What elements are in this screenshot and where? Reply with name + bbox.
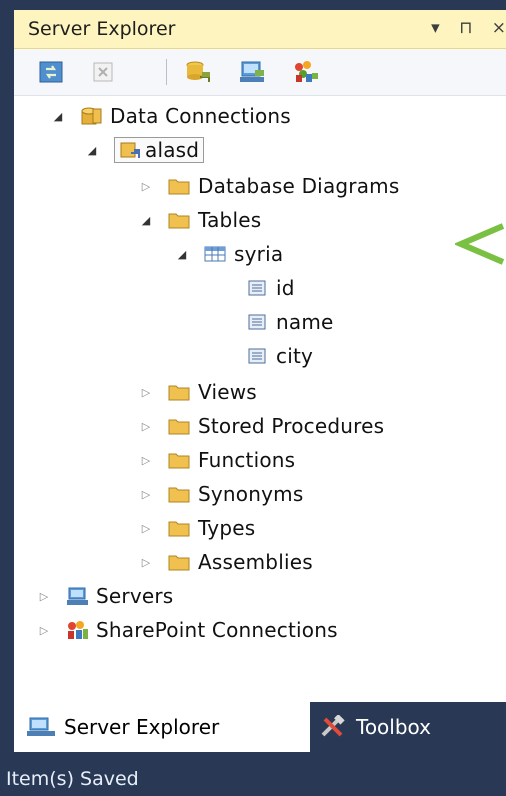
tree-label: Stored Procedures xyxy=(198,414,385,438)
tree-node-functions[interactable]: ▷ Functions xyxy=(138,444,295,476)
collapsed-arrow-icon[interactable]: ▷ xyxy=(138,386,154,399)
tree-node-assemblies[interactable]: ▷ Assemblies xyxy=(138,546,313,578)
tree-node-column-name[interactable]: name xyxy=(246,306,334,338)
tree-node-column-city[interactable]: city xyxy=(246,340,313,372)
tab-strip: Server Explorer Toolbox xyxy=(14,702,506,752)
connect-server-icon xyxy=(240,61,264,82)
expanded-arrow-icon[interactable]: ◢ xyxy=(174,248,190,261)
servers-icon xyxy=(66,586,88,606)
sharepoint-connect-icon xyxy=(295,61,318,82)
connect-server-button[interactable] xyxy=(238,59,264,85)
tree-node-stored-procedures[interactable]: ▷ Stored Procedures xyxy=(138,410,384,442)
collapsed-arrow-icon[interactable]: ▷ xyxy=(138,556,154,569)
tab-server-explorer[interactable]: Server Explorer xyxy=(14,702,310,752)
database-connection-icon xyxy=(119,140,141,160)
status-text: Item(s) Saved xyxy=(6,768,139,790)
tab-toolbox[interactable]: Toolbox xyxy=(318,702,506,752)
collapsed-arrow-icon[interactable]: ▷ xyxy=(138,180,154,193)
tree-label: Views xyxy=(198,380,257,404)
toolbox-icon xyxy=(318,715,348,737)
folder-icon xyxy=(168,176,190,196)
folder-icon xyxy=(168,382,190,402)
tree-label: Assemblies xyxy=(198,550,313,574)
panel-titlebar: Server Explorer ▾ ⊓ × xyxy=(14,10,506,49)
tab-label: Server Explorer xyxy=(64,715,220,739)
column-icon xyxy=(246,346,268,366)
tree-label: id xyxy=(276,276,295,300)
tree-node-tables[interactable]: ◢ Tables xyxy=(138,204,261,236)
tree-node-servers[interactable]: ▷ Servers xyxy=(36,580,173,612)
collapsed-arrow-icon[interactable]: ▷ xyxy=(138,420,154,433)
server-explorer-panel: Server Explorer ▾ ⊓ × ◢ Data Connections xyxy=(14,10,506,702)
expanded-arrow-icon[interactable]: ◢ xyxy=(84,144,100,157)
selected-connection[interactable]: alasd xyxy=(114,137,205,163)
server-explorer-tab-icon xyxy=(26,717,56,737)
tree-label: Tables xyxy=(198,208,262,232)
tree-label: city xyxy=(276,344,314,368)
collapsed-arrow-icon[interactable]: ▷ xyxy=(36,624,52,637)
collapsed-arrow-icon[interactable]: ▷ xyxy=(138,454,154,467)
tree-label: Data Connections xyxy=(110,104,291,128)
tree-node-synonyms[interactable]: ▷ Synonyms xyxy=(138,478,304,510)
tree-label: Functions xyxy=(198,448,296,472)
toolbar-separator xyxy=(166,59,167,85)
tree-label: Servers xyxy=(96,584,174,608)
column-icon xyxy=(246,278,268,298)
dropdown-icon[interactable]: ▾ xyxy=(431,18,440,38)
expanded-arrow-icon[interactable]: ◢ xyxy=(138,214,154,227)
stop-button[interactable] xyxy=(90,59,116,85)
tab-label: Toolbox xyxy=(356,715,431,739)
folder-icon xyxy=(168,552,190,572)
column-icon xyxy=(246,312,268,332)
collapsed-arrow-icon[interactable]: ▷ xyxy=(138,522,154,535)
connect-database-button[interactable] xyxy=(184,59,210,85)
explorer-toolbar xyxy=(14,49,506,96)
tree-node-column-id[interactable]: id xyxy=(246,272,295,304)
folder-icon xyxy=(168,450,190,470)
tree-node-database-diagrams[interactable]: ▷ Database Diagrams xyxy=(138,170,400,202)
folder-icon xyxy=(168,484,190,504)
tree-label: SharePoint Connections xyxy=(96,618,338,642)
tree-node-views[interactable]: ▷ Views xyxy=(138,376,257,408)
panel-title: Server Explorer xyxy=(28,18,176,40)
tree-label: alasd xyxy=(145,138,200,162)
refresh-button[interactable] xyxy=(38,59,64,85)
panel-controls: ▾ ⊓ × xyxy=(417,18,506,38)
tree-label: name xyxy=(276,310,334,334)
connect-database-icon xyxy=(186,61,210,82)
data-connections-icon xyxy=(80,106,102,126)
collapsed-arrow-icon[interactable]: ▷ xyxy=(36,590,52,603)
table-icon xyxy=(204,244,226,264)
tree-node-sharepoint[interactable]: ▷ SharePoint Connections xyxy=(36,614,338,646)
annotation-arrow-icon xyxy=(455,223,505,265)
tree-label: syria xyxy=(234,242,284,266)
status-bar: Item(s) Saved xyxy=(0,760,506,796)
tree-label: Synonyms xyxy=(198,482,304,506)
expanded-arrow-icon[interactable]: ◢ xyxy=(50,110,66,123)
tree-node-syria[interactable]: ◢ syria xyxy=(174,238,283,270)
collapsed-arrow-icon[interactable]: ▷ xyxy=(138,488,154,501)
tree-label: Database Diagrams xyxy=(198,174,400,198)
folder-icon xyxy=(168,518,190,538)
tree-label: Types xyxy=(198,516,256,540)
connect-sharepoint-button[interactable] xyxy=(292,59,318,85)
tree-node-data-connections[interactable]: ◢ Data Connections xyxy=(50,100,291,132)
close-icon[interactable]: × xyxy=(492,18,506,38)
folder-icon xyxy=(168,416,190,436)
refresh-icon xyxy=(39,61,63,83)
pin-icon[interactable]: ⊓ xyxy=(459,18,472,38)
sharepoint-icon xyxy=(66,620,88,640)
stop-icon xyxy=(93,62,113,82)
tree-node-types[interactable]: ▷ Types xyxy=(138,512,255,544)
tree-node-alasd[interactable]: ◢ alasd xyxy=(84,134,205,166)
folder-icon xyxy=(168,210,190,230)
